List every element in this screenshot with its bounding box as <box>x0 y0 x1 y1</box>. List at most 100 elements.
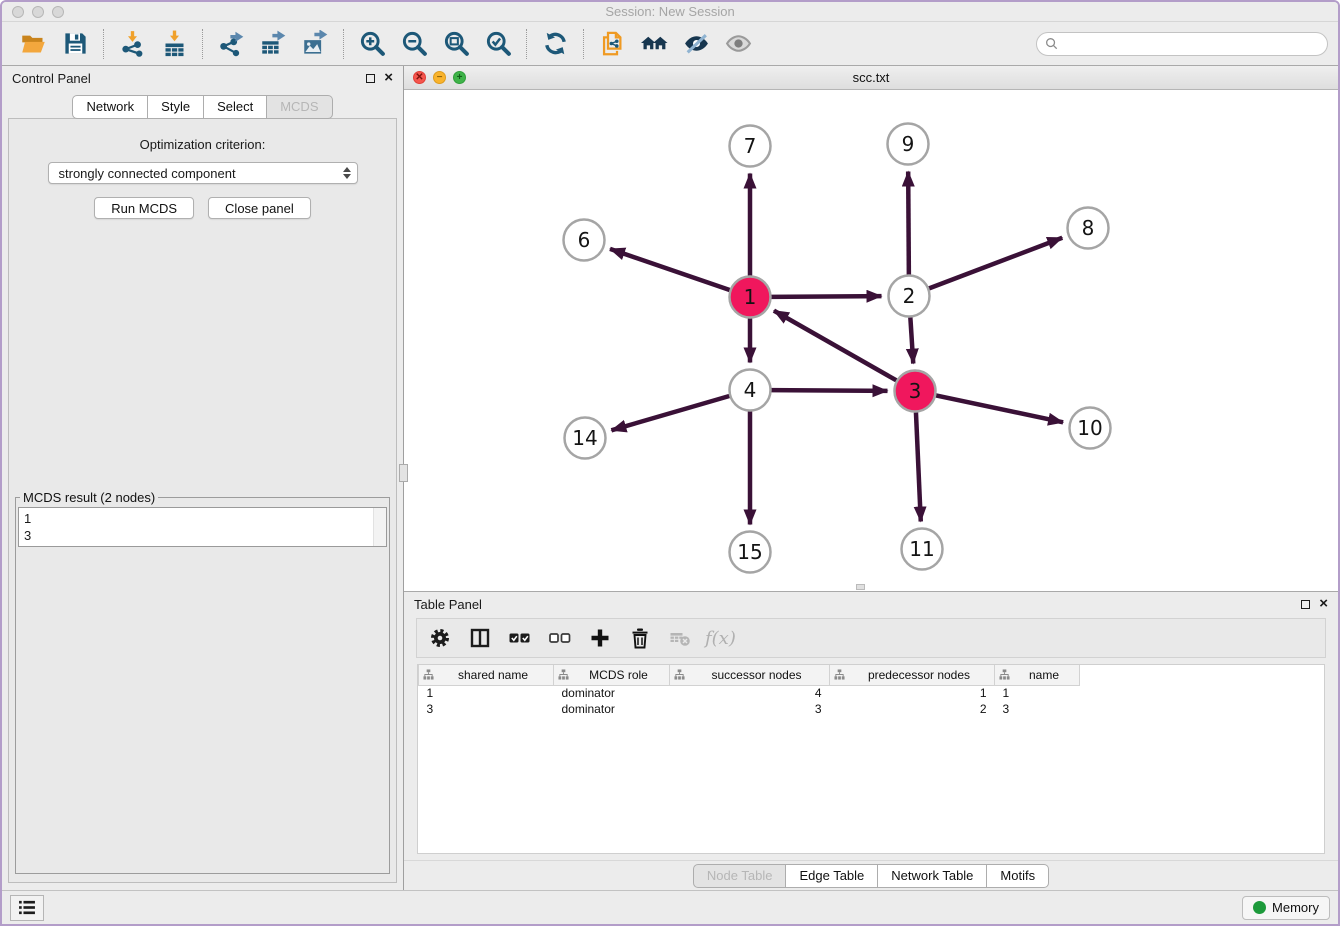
network-canvas[interactable]: 7 9 6 8 1 2 4 3 14 10 15 11 <box>404 90 1338 591</box>
export-image-icon[interactable] <box>294 26 336 62</box>
table-cell[interactable]: 1 <box>830 685 995 701</box>
window-close-button[interactable] <box>12 6 24 18</box>
search-input[interactable] <box>1063 36 1319 51</box>
column-header-shared-name[interactable]: shared name <box>419 665 554 685</box>
control-panel-close-button[interactable]: × <box>384 73 393 83</box>
node-table[interactable]: shared nameMCDS rolesuccessor nodesprede… <box>417 664 1325 854</box>
table-panel-float-button[interactable] <box>1301 600 1310 609</box>
memory-button[interactable]: Memory <box>1242 896 1330 920</box>
edge-3-11[interactable] <box>916 412 921 521</box>
show-graphics-details-icon[interactable] <box>717 26 759 62</box>
table-row[interactable]: 1dominator411 <box>419 685 1080 701</box>
table-cell[interactable]: 1 <box>419 685 554 701</box>
graph-node-15[interactable]: 15 <box>730 532 771 573</box>
tab-edge-table[interactable]: Edge Table <box>786 864 878 888</box>
unselect-all-checkboxes-icon[interactable] <box>545 623 575 653</box>
copy-network-view-icon[interactable] <box>591 26 633 62</box>
table-cell[interactable]: 2 <box>830 701 995 717</box>
toolbar-separator <box>202 29 203 59</box>
edge-3-10[interactable] <box>936 395 1063 422</box>
zoom-selected-icon[interactable] <box>477 26 519 62</box>
criterion-select[interactable]: strongly connected component <box>48 162 358 184</box>
task-history-button[interactable] <box>10 895 44 921</box>
table-cell[interactable]: 4 <box>670 685 830 701</box>
select-all-checkboxes-icon[interactable] <box>505 623 535 653</box>
network-window-titlebar[interactable]: ✕ − + scc.txt <box>404 66 1338 90</box>
hide-graphics-details-icon[interactable] <box>675 26 717 62</box>
column-header-successor-nodes[interactable]: successor nodes <box>670 665 830 685</box>
mcds-result-title: MCDS result (2 nodes) <box>20 490 158 505</box>
column-header-MCDS-role[interactable]: MCDS role <box>554 665 670 685</box>
control-panel: Control Panel × NetworkStyleSelectMCDS O… <box>2 66 404 890</box>
tab-network[interactable]: Network <box>72 95 148 119</box>
network-close-button[interactable]: ✕ <box>413 71 426 84</box>
tab-select[interactable]: Select <box>204 95 267 119</box>
status-bar: Memory <box>2 890 1338 924</box>
open-session-icon[interactable] <box>12 26 54 62</box>
table-cell[interactable]: 3 <box>419 701 554 717</box>
table-cell[interactable]: dominator <box>554 701 670 717</box>
list-icon <box>18 900 36 915</box>
column-header-name[interactable]: name <box>995 665 1080 685</box>
add-row-icon[interactable] <box>585 623 615 653</box>
canvas-scroll-grip[interactable] <box>856 584 865 590</box>
graph-node-8[interactable]: 8 <box>1068 208 1109 249</box>
panel-divider-grip[interactable] <box>399 464 408 482</box>
graph-node-7[interactable]: 7 <box>730 126 771 167</box>
zoom-in-icon[interactable] <box>351 26 393 62</box>
import-table-icon[interactable] <box>153 26 195 62</box>
table-cell[interactable]: dominator <box>554 685 670 701</box>
window-zoom-button[interactable] <box>52 6 64 18</box>
optimization-criterion-label: Optimization criterion: <box>9 137 396 152</box>
table-cell[interactable]: 3 <box>670 701 830 717</box>
edge-2-3[interactable] <box>910 317 913 363</box>
graph-node-9[interactable]: 9 <box>888 124 929 165</box>
edge-4-14[interactable] <box>611 396 729 430</box>
result-scrollbar[interactable] <box>373 508 386 546</box>
graph-node-4[interactable]: 4 <box>730 370 771 411</box>
refresh-view-icon[interactable] <box>534 26 576 62</box>
edge-1-2[interactable] <box>771 296 881 297</box>
fit-content-icon[interactable] <box>435 26 477 62</box>
table-panel-close-button[interactable]: × <box>1319 599 1328 609</box>
tab-style[interactable]: Style <box>148 95 204 119</box>
graph-node-2[interactable]: 2 <box>889 276 930 317</box>
tab-node-table[interactable]: Node Table <box>693 864 787 888</box>
graph-node-10[interactable]: 10 <box>1070 408 1111 449</box>
window-minimize-button[interactable] <box>32 6 44 18</box>
graph-node-6[interactable]: 6 <box>564 220 605 261</box>
edge-4-3[interactable] <box>771 390 887 391</box>
import-network-icon[interactable] <box>111 26 153 62</box>
edge-2-9[interactable] <box>908 171 909 274</box>
home-layout-icon[interactable] <box>633 26 675 62</box>
graph-node-11[interactable]: 11 <box>902 529 943 570</box>
tab-motifs[interactable]: Motifs <box>987 864 1049 888</box>
zoom-out-icon[interactable] <box>393 26 435 62</box>
graph-node-3[interactable]: 3 <box>895 371 936 412</box>
tab-network-table[interactable]: Network Table <box>878 864 987 888</box>
edge-3-1[interactable] <box>774 311 896 381</box>
insert-column-icon[interactable] <box>465 623 495 653</box>
table-settings-gear-icon[interactable] <box>425 623 455 653</box>
table-cell[interactable]: 1 <box>995 685 1080 701</box>
svg-text:15: 15 <box>737 540 762 564</box>
edge-2-8[interactable] <box>929 238 1062 289</box>
table-row[interactable]: 3dominator323 <box>419 701 1080 717</box>
table-cell[interactable]: 3 <box>995 701 1080 717</box>
edge-1-6[interactable] <box>610 249 730 290</box>
network-zoom-button[interactable]: + <box>453 71 466 84</box>
column-header-predecessor-nodes[interactable]: predecessor nodes <box>830 665 995 685</box>
tab-mcds[interactable]: MCDS <box>267 95 332 119</box>
run-mcds-button[interactable]: Run MCDS <box>94 197 194 219</box>
mcds-result-list[interactable]: 1 3 <box>18 507 387 547</box>
export-table-icon[interactable] <box>252 26 294 62</box>
export-network-icon[interactable] <box>210 26 252 62</box>
close-panel-button[interactable]: Close panel <box>208 197 311 219</box>
network-view-panel: ✕ − + scc.txt 7 9 6 8 1 2 4 3 14 10 15 11 <box>404 66 1338 592</box>
save-session-icon[interactable] <box>54 26 96 62</box>
network-minimize-button[interactable]: − <box>433 71 446 84</box>
graph-node-1[interactable]: 1 <box>730 277 771 318</box>
control-panel-float-button[interactable] <box>366 74 375 83</box>
graph-node-14[interactable]: 14 <box>565 418 606 459</box>
delete-row-trash-icon[interactable] <box>625 623 655 653</box>
